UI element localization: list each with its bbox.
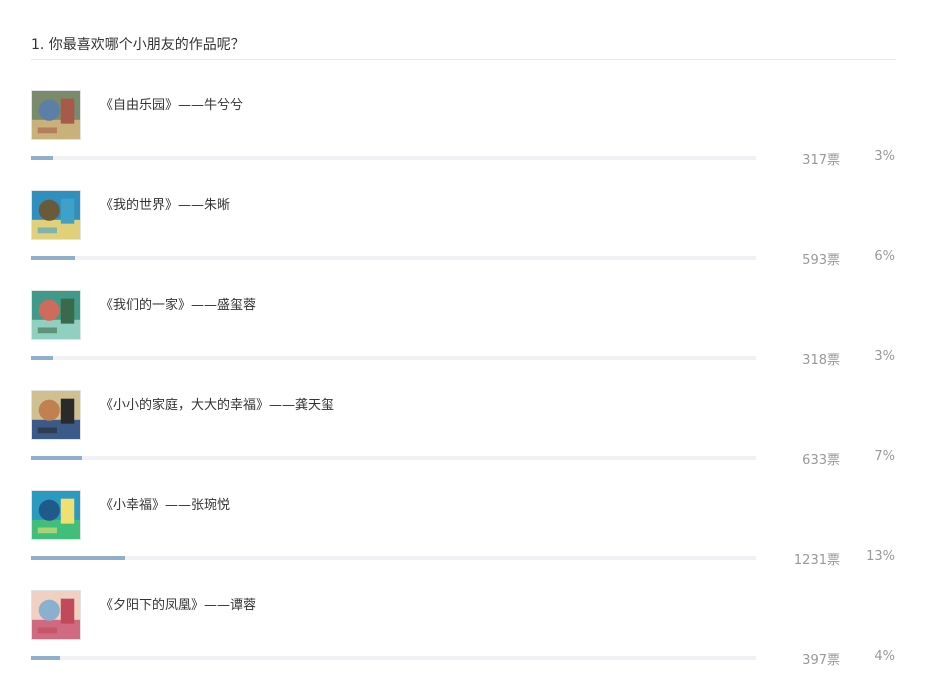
- artwork-thumbnail[interactable]: [31, 190, 81, 240]
- vote-percent: 3%: [874, 349, 895, 364]
- artwork-thumbnail[interactable]: [31, 490, 81, 540]
- artwork-shape: [60, 98, 75, 124]
- vote-bar-track: [31, 456, 756, 460]
- option-row[interactable]: 《自由乐园》——牛兮兮 317票 3%: [0, 80, 925, 180]
- vote-bar-track: [31, 156, 756, 160]
- artwork-shape: [37, 127, 57, 134]
- artwork-shape: [38, 499, 60, 521]
- vote-percent: 7%: [874, 449, 895, 464]
- vote-count: 633票: [802, 453, 840, 468]
- artwork-thumbnail[interactable]: [31, 90, 81, 140]
- artwork-shape: [38, 599, 60, 621]
- option-row[interactable]: 《小幸福》——张琬悦 1231票 13%: [0, 480, 925, 580]
- options-list: 《自由乐园》——牛兮兮 317票 3% 《我的世界》——朱晰 593票 6% 《…: [0, 80, 925, 680]
- artwork-shape: [38, 199, 60, 221]
- artwork-thumbnail[interactable]: [31, 590, 81, 640]
- artwork-shape: [60, 498, 75, 524]
- option-row[interactable]: 《我的世界》——朱晰 593票 6%: [0, 180, 925, 280]
- artwork-shape: [37, 227, 57, 234]
- option-row[interactable]: 《夕阳下的凤凰》——谭蓉 397票 4%: [0, 580, 925, 680]
- vote-percent: 3%: [874, 149, 895, 164]
- divider: [31, 59, 896, 60]
- vote-percent: 4%: [874, 649, 895, 664]
- artwork-shape: [60, 598, 75, 624]
- vote-count: 1231票: [793, 553, 840, 568]
- vote-bar-fill: [31, 556, 125, 560]
- artwork-shape: [60, 398, 75, 424]
- vote-percent: 13%: [866, 549, 895, 564]
- vote-bar-track: [31, 556, 756, 560]
- artwork-thumbnail[interactable]: [31, 390, 81, 440]
- vote-bar-track: [31, 656, 756, 660]
- option-title: 《小幸福》——张琬悦: [100, 498, 231, 513]
- question-title: 1. 你最喜欢哪个小朋友的作品呢？: [31, 37, 245, 53]
- artwork-shape: [38, 399, 60, 421]
- artwork-shape: [60, 298, 75, 324]
- vote-bar-fill: [31, 656, 60, 660]
- vote-bar-fill: [31, 256, 75, 260]
- artwork-shape: [37, 627, 57, 634]
- vote-bar-track: [31, 356, 756, 360]
- artwork-thumbnail[interactable]: [31, 290, 81, 340]
- vote-bar-fill: [31, 356, 53, 360]
- artwork-shape: [37, 427, 57, 434]
- vote-count: 397票: [802, 653, 840, 668]
- option-title: 《自由乐园》——牛兮兮: [100, 98, 244, 113]
- vote-count: 318票: [802, 353, 840, 368]
- option-title: 《夕阳下的凤凰》——谭蓉: [100, 598, 257, 613]
- vote-count: 317票: [802, 153, 840, 168]
- vote-count: 593票: [802, 253, 840, 268]
- artwork-shape: [60, 198, 75, 224]
- option-row[interactable]: 《小小的家庭，大大的幸福》——龚天玺 633票 7%: [0, 380, 925, 480]
- vote-bar-fill: [31, 156, 53, 160]
- vote-percent: 6%: [874, 249, 895, 264]
- artwork-shape: [38, 299, 60, 321]
- option-title: 《我的世界》——朱晰: [100, 198, 231, 213]
- option-row[interactable]: 《我们的一家》——盛玺蓉 318票 3%: [0, 280, 925, 380]
- option-title: 《小小的家庭，大大的幸福》——龚天玺: [100, 398, 335, 413]
- artwork-shape: [37, 327, 57, 334]
- artwork-shape: [38, 99, 60, 121]
- artwork-shape: [37, 527, 57, 534]
- vote-bar-track: [31, 256, 756, 260]
- option-title: 《我们的一家》——盛玺蓉: [100, 298, 257, 313]
- vote-bar-fill: [31, 456, 82, 460]
